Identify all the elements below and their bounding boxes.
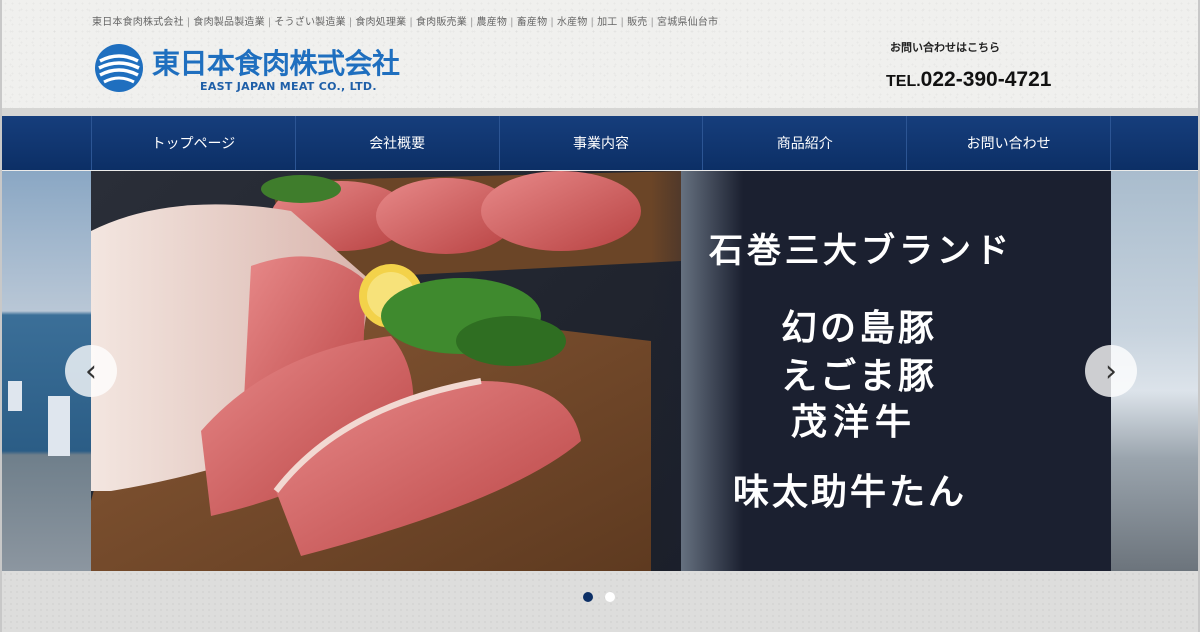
tagline-item: 水産物 [556,17,588,28]
slider-prev-button[interactable]: ‹ [65,345,117,397]
logo-emblem-icon [95,44,143,92]
nav-item-company[interactable]: 会社概要 [294,116,499,170]
slide-1: 石巻三大ブランド 幻の島豚 えごま豚 茂洋牛 味太助牛たん [91,171,1111,571]
contact-label: お問い合わせはこちら [890,41,1000,54]
tagline-item: 販売 [627,17,648,28]
tagline-item: 食肉販売業 [415,17,467,28]
tagline-item: 加工 [597,17,618,28]
main-nav: トップページ 会社概要 事業内容 商品紹介 お問い合わせ [2,116,1198,170]
chevron-left-icon: ‹ [85,353,97,389]
phone-number[interactable]: TEL.022-390-4721 [886,68,1051,92]
tagline-item: そうざい製造業 [274,17,346,28]
tagline-item: 食肉処理業 [355,17,407,28]
logo-text-en: EAST JAPAN MEAT CO., LTD. [200,80,377,93]
slider-next-button[interactable]: › [1085,345,1137,397]
tagline-item: 農産物 [476,17,508,28]
logo-text-jp: 東日本食肉株式会社 [152,47,400,80]
header-tagline: 東日本食肉株式会社 | 食肉製品製造業 | そうざい製造業 | 食肉処理業 | 食肉販売業 | 農産… [92,13,718,28]
slide-brand-1: 幻の島豚 [781,307,938,349]
slide-heading: 石巻三大ブランド [709,231,1013,271]
tagline-separator: | [348,17,353,28]
tagline-item: 東日本食肉株式会社 [92,17,184,28]
tagline-separator: | [409,17,413,28]
phone-digits: 022-390-4721 [920,68,1052,91]
slide-brand-2: えごま豚 [781,355,938,397]
nav-item-top[interactable]: トップページ [91,116,295,170]
phone-prefix: TEL. [886,73,921,90]
slider-pagination [583,592,615,602]
company-logo[interactable]: 東日本食肉株式会社 EAST JAPAN MEAT CO., LTD. [92,40,452,98]
tagline-separator: | [510,17,514,28]
tagline-separator: | [469,17,474,28]
tagline-separator: | [550,17,554,28]
slide-extra: 味太助牛たん [733,471,968,513]
slide-brand-3: 茂洋牛 [791,401,918,443]
tagline-separator: | [620,17,625,28]
slider-dot-2[interactable] [605,592,615,602]
tagline-item: 畜産物 [516,17,548,28]
tagline-separator: | [590,17,595,28]
chevron-right-icon: › [1105,353,1117,389]
header-divider [2,108,1198,116]
slider-dot-1[interactable] [583,592,593,602]
tagline-separator: | [267,17,272,28]
tagline-item: 食肉製品製造業 [193,17,265,28]
nav-item-business[interactable]: 事業内容 [498,116,703,170]
nav-item-contact[interactable]: お問い合わせ [906,116,1111,170]
tagline-separator: | [650,17,655,28]
nav-item-products[interactable]: 商品紹介 [702,116,906,170]
tagline-item: 宮城県仙台市 [657,17,719,28]
slide-caption: 石巻三大ブランド 幻の島豚 えごま豚 茂洋牛 味太助牛たん [91,171,1111,571]
site-header: 東日本食肉株式会社 | 食肉製品製造業 | そうざい製造業 | 食肉処理業 | 食肉販売業 | 農産… [2,0,1198,108]
tagline-separator: | [186,17,191,28]
hero-slider: 石巻三大ブランド 幻の島豚 えごま豚 茂洋牛 味太助牛たん ‹ › [2,171,1198,571]
